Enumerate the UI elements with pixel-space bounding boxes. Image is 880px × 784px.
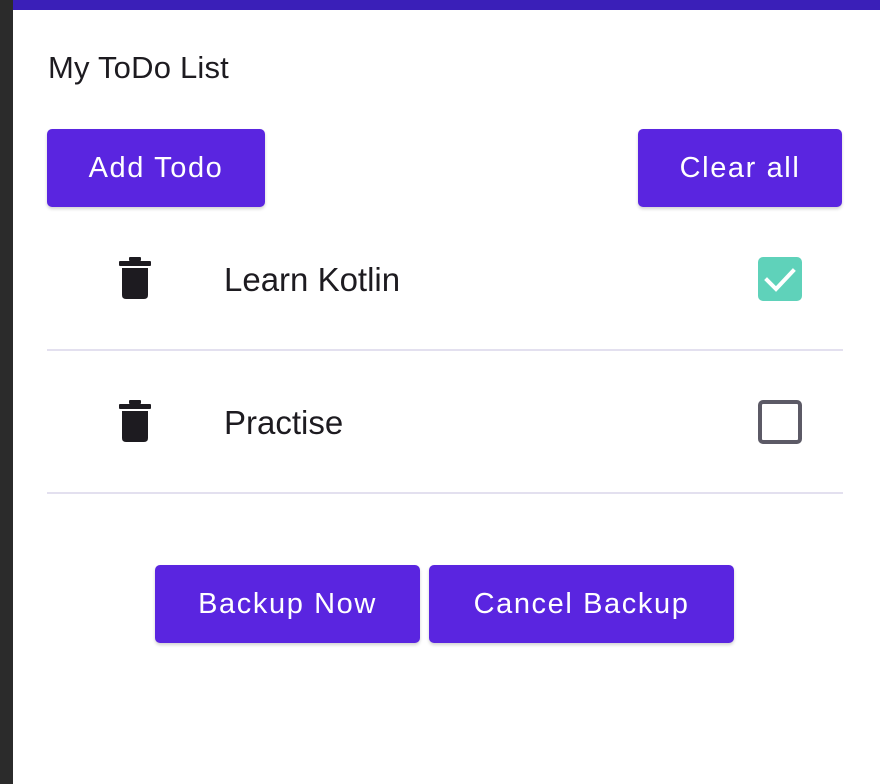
todo-checkbox[interactable]: [758, 400, 802, 444]
page-title: My ToDo List: [48, 50, 229, 85]
clear-all-button[interactable]: Clear all: [638, 129, 842, 207]
add-todo-button[interactable]: Add Todo: [47, 129, 265, 207]
trash-icon[interactable]: [119, 400, 151, 442]
check-icon: [764, 268, 796, 292]
status-bar: [13, 0, 880, 10]
todo-text: Practise: [224, 404, 344, 441]
backup-now-button[interactable]: Backup Now: [155, 565, 420, 643]
divider: [47, 492, 843, 494]
todo-text: Learn Kotlin: [224, 261, 401, 298]
todo-checkbox[interactable]: [758, 257, 802, 301]
app-screen: My ToDo List Add Todo Clear all Learn Ko…: [13, 0, 880, 784]
divider: [47, 349, 843, 351]
trash-icon[interactable]: [119, 257, 151, 299]
todo-item: Practise: [47, 352, 843, 494]
cancel-backup-button[interactable]: Cancel Backup: [429, 565, 734, 643]
todo-item: Learn Kotlin: [47, 209, 843, 351]
